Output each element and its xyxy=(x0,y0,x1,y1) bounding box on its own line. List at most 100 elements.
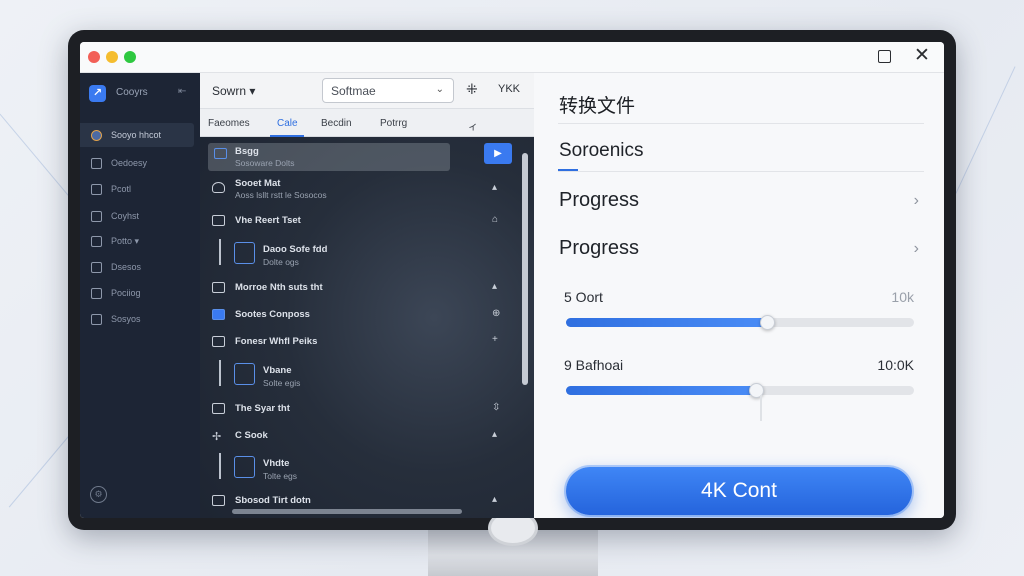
tab-soroenics[interactable]: Soroenics xyxy=(559,140,644,162)
tool-button[interactable]: YKK xyxy=(498,83,520,95)
list-item-subtitle: Sosoware Dolts xyxy=(235,158,295,168)
sidebar: ↗ Cooyrs ⇤ Sooyo hhcot Oedoesy Pcotl Coy… xyxy=(80,73,200,518)
sidebar-item-label: Sooyo hhcot xyxy=(111,130,162,140)
app-name: Cooyrs xyxy=(116,87,148,98)
sidebar-item-label: Sosyos xyxy=(111,314,141,324)
list-item[interactable]: Bsgg Sosoware Dolts xyxy=(208,143,450,171)
file-icon xyxy=(214,148,227,159)
close-dot[interactable] xyxy=(88,51,100,63)
sidebar-item-6[interactable]: Dsesos xyxy=(80,255,200,279)
lock-icon xyxy=(91,210,102,222)
grid-tool-icon[interactable]: ⁜ xyxy=(466,81,478,98)
collapse-icon[interactable]: ⇤ xyxy=(178,86,186,97)
sort-icon[interactable]: ⇳ xyxy=(492,402,500,413)
divider xyxy=(558,171,924,172)
slider-2-fill xyxy=(566,386,758,395)
play-button[interactable]: ▶ xyxy=(484,143,512,164)
list-item-subtitle: Aoss lsllt rstt le Sosocos xyxy=(235,190,327,200)
list-item[interactable]: Sbosod Tirt dotn ▴ xyxy=(200,491,518,511)
list-item[interactable]: Vbane Solte egis xyxy=(200,360,518,390)
sidebar-item-8[interactable]: Sosyos xyxy=(80,307,200,331)
tab-cale[interactable]: Cale xyxy=(277,118,298,129)
sidebar-item-7[interactable]: Pociiog xyxy=(80,281,200,305)
tab-becdin[interactable]: Becdin xyxy=(321,118,352,129)
list-item-title: Sbosod Tirt dotn xyxy=(235,495,311,506)
tab-potrrg[interactable]: Potrrg xyxy=(380,118,407,129)
sidebar-item-1[interactable]: Sooyo hhcot xyxy=(80,123,194,147)
list-item[interactable]: Vhdte Tolte egs xyxy=(200,453,518,483)
lock-icon xyxy=(212,215,225,226)
tree-line xyxy=(219,239,221,265)
expand-icon[interactable]: ▴ xyxy=(492,429,497,440)
folder-icon xyxy=(212,282,225,293)
document-icon xyxy=(91,183,102,195)
list-item-title: Vbane xyxy=(263,365,292,376)
folder-icon xyxy=(212,403,225,414)
list-item-subtitle: Solte egis xyxy=(263,378,301,388)
progress-row-1[interactable]: Progress › xyxy=(559,189,925,219)
archive-icon xyxy=(212,495,225,506)
list-item-title: The Syar tht xyxy=(235,403,290,414)
list-item-title: Bsgg xyxy=(235,146,259,157)
document-icon xyxy=(234,242,255,264)
settings-icon[interactable]: ⚙ xyxy=(90,486,107,503)
list-item[interactable]: Vhe Reert Tset ⌂ xyxy=(200,211,518,231)
tab-favorites[interactable]: Faeomes xyxy=(208,118,250,129)
home-icon[interactable]: ⌂ xyxy=(492,214,498,225)
app-window: ✕ ↗ Cooyrs ⇤ Sooyo hhcot Oedoesy Pcotl C… xyxy=(80,42,944,518)
sidebar-item-5[interactable]: Potto ▾ xyxy=(80,229,200,253)
sidebar-item-3[interactable]: Pcotl xyxy=(80,177,200,201)
list-item[interactable]: The Syar tht ⇳ xyxy=(200,399,518,419)
chevron-right-icon: › xyxy=(913,240,919,257)
list-item-title: Sootes Conposs xyxy=(235,309,310,320)
clipboard-icon xyxy=(91,313,102,325)
list-item[interactable]: ✢ C Sook ▴ xyxy=(200,426,518,446)
list-item[interactable]: Daoo Sofe fdd Dolte ogs xyxy=(200,239,518,269)
slider-1-handle[interactable] xyxy=(759,315,775,330)
sidebar-item-2[interactable]: Oedoesy xyxy=(80,151,200,175)
vertical-scrollbar[interactable] xyxy=(522,153,528,385)
chevron-down-icon: ⌄ xyxy=(435,84,444,95)
close-icon[interactable]: ✕ xyxy=(914,45,930,67)
slider-2-handle[interactable] xyxy=(749,383,765,398)
software-select[interactable]: Softmae ⌄ xyxy=(322,78,454,103)
list-item-title: Fonesr Whfl Peiks xyxy=(235,336,318,347)
slider-1-label: 5 Oort xyxy=(564,289,603,305)
document-icon xyxy=(234,456,255,478)
minimize-dot[interactable] xyxy=(106,51,118,63)
clipboard-icon xyxy=(212,336,225,347)
horizontal-scrollbar[interactable] xyxy=(232,509,462,514)
tab-more[interactable]: ィ xyxy=(468,118,478,133)
monitor-icon xyxy=(91,235,102,247)
list-item[interactable]: Morroe Nth suts tht ▴ xyxy=(200,278,518,298)
slider-1-track[interactable] xyxy=(566,315,914,330)
progress-row-2[interactable]: Progress › xyxy=(559,237,925,267)
expand-icon[interactable]: ▴ xyxy=(492,281,497,292)
select-value: Softmae xyxy=(331,83,376,98)
file-list-panel: Sowrn ▾ Softmae ⌄ ⁜ YKK Faeomes Cale Bec… xyxy=(200,73,534,518)
expand-icon[interactable]: ▴ xyxy=(492,494,497,505)
slider-2-track[interactable] xyxy=(566,383,914,398)
target-icon[interactable]: ⊕ xyxy=(492,308,500,319)
list-toolbar: Sowrn ▾ Softmae ⌄ ⁜ YKK xyxy=(200,73,534,109)
convert-button[interactable]: 4K Cont xyxy=(566,467,912,515)
list-item-title: Vhe Reert Tset xyxy=(235,215,301,226)
list-item[interactable]: Sootes Conposs ⊕ xyxy=(200,305,518,325)
document-icon xyxy=(234,363,255,385)
list-item-title: Morroe Nth suts tht xyxy=(235,282,323,293)
slider-2-value: 10:0K xyxy=(877,357,914,373)
slider-2-label: 9 Bafhoai xyxy=(564,357,624,373)
sidebar-item-4[interactable]: Coyhst xyxy=(80,204,200,228)
list-item[interactable]: Fonesr Whfl Peiks + xyxy=(200,332,518,352)
maximize-icon[interactable] xyxy=(878,50,891,63)
slider-2-stem xyxy=(760,395,762,421)
list-item-subtitle: Dolte ogs xyxy=(263,257,299,267)
sort-dropdown[interactable]: Sowrn ▾ xyxy=(212,84,255,98)
zoom-dot[interactable] xyxy=(124,51,136,63)
folder-icon xyxy=(91,157,102,169)
list-item[interactable]: Sooet Mat Aoss lsllt rstt le Sosocos ▴ xyxy=(200,177,518,201)
calendar-icon xyxy=(91,261,102,273)
background-line xyxy=(955,66,1016,194)
add-icon[interactable]: + xyxy=(492,334,498,345)
expand-icon[interactable]: ▴ xyxy=(492,182,497,193)
